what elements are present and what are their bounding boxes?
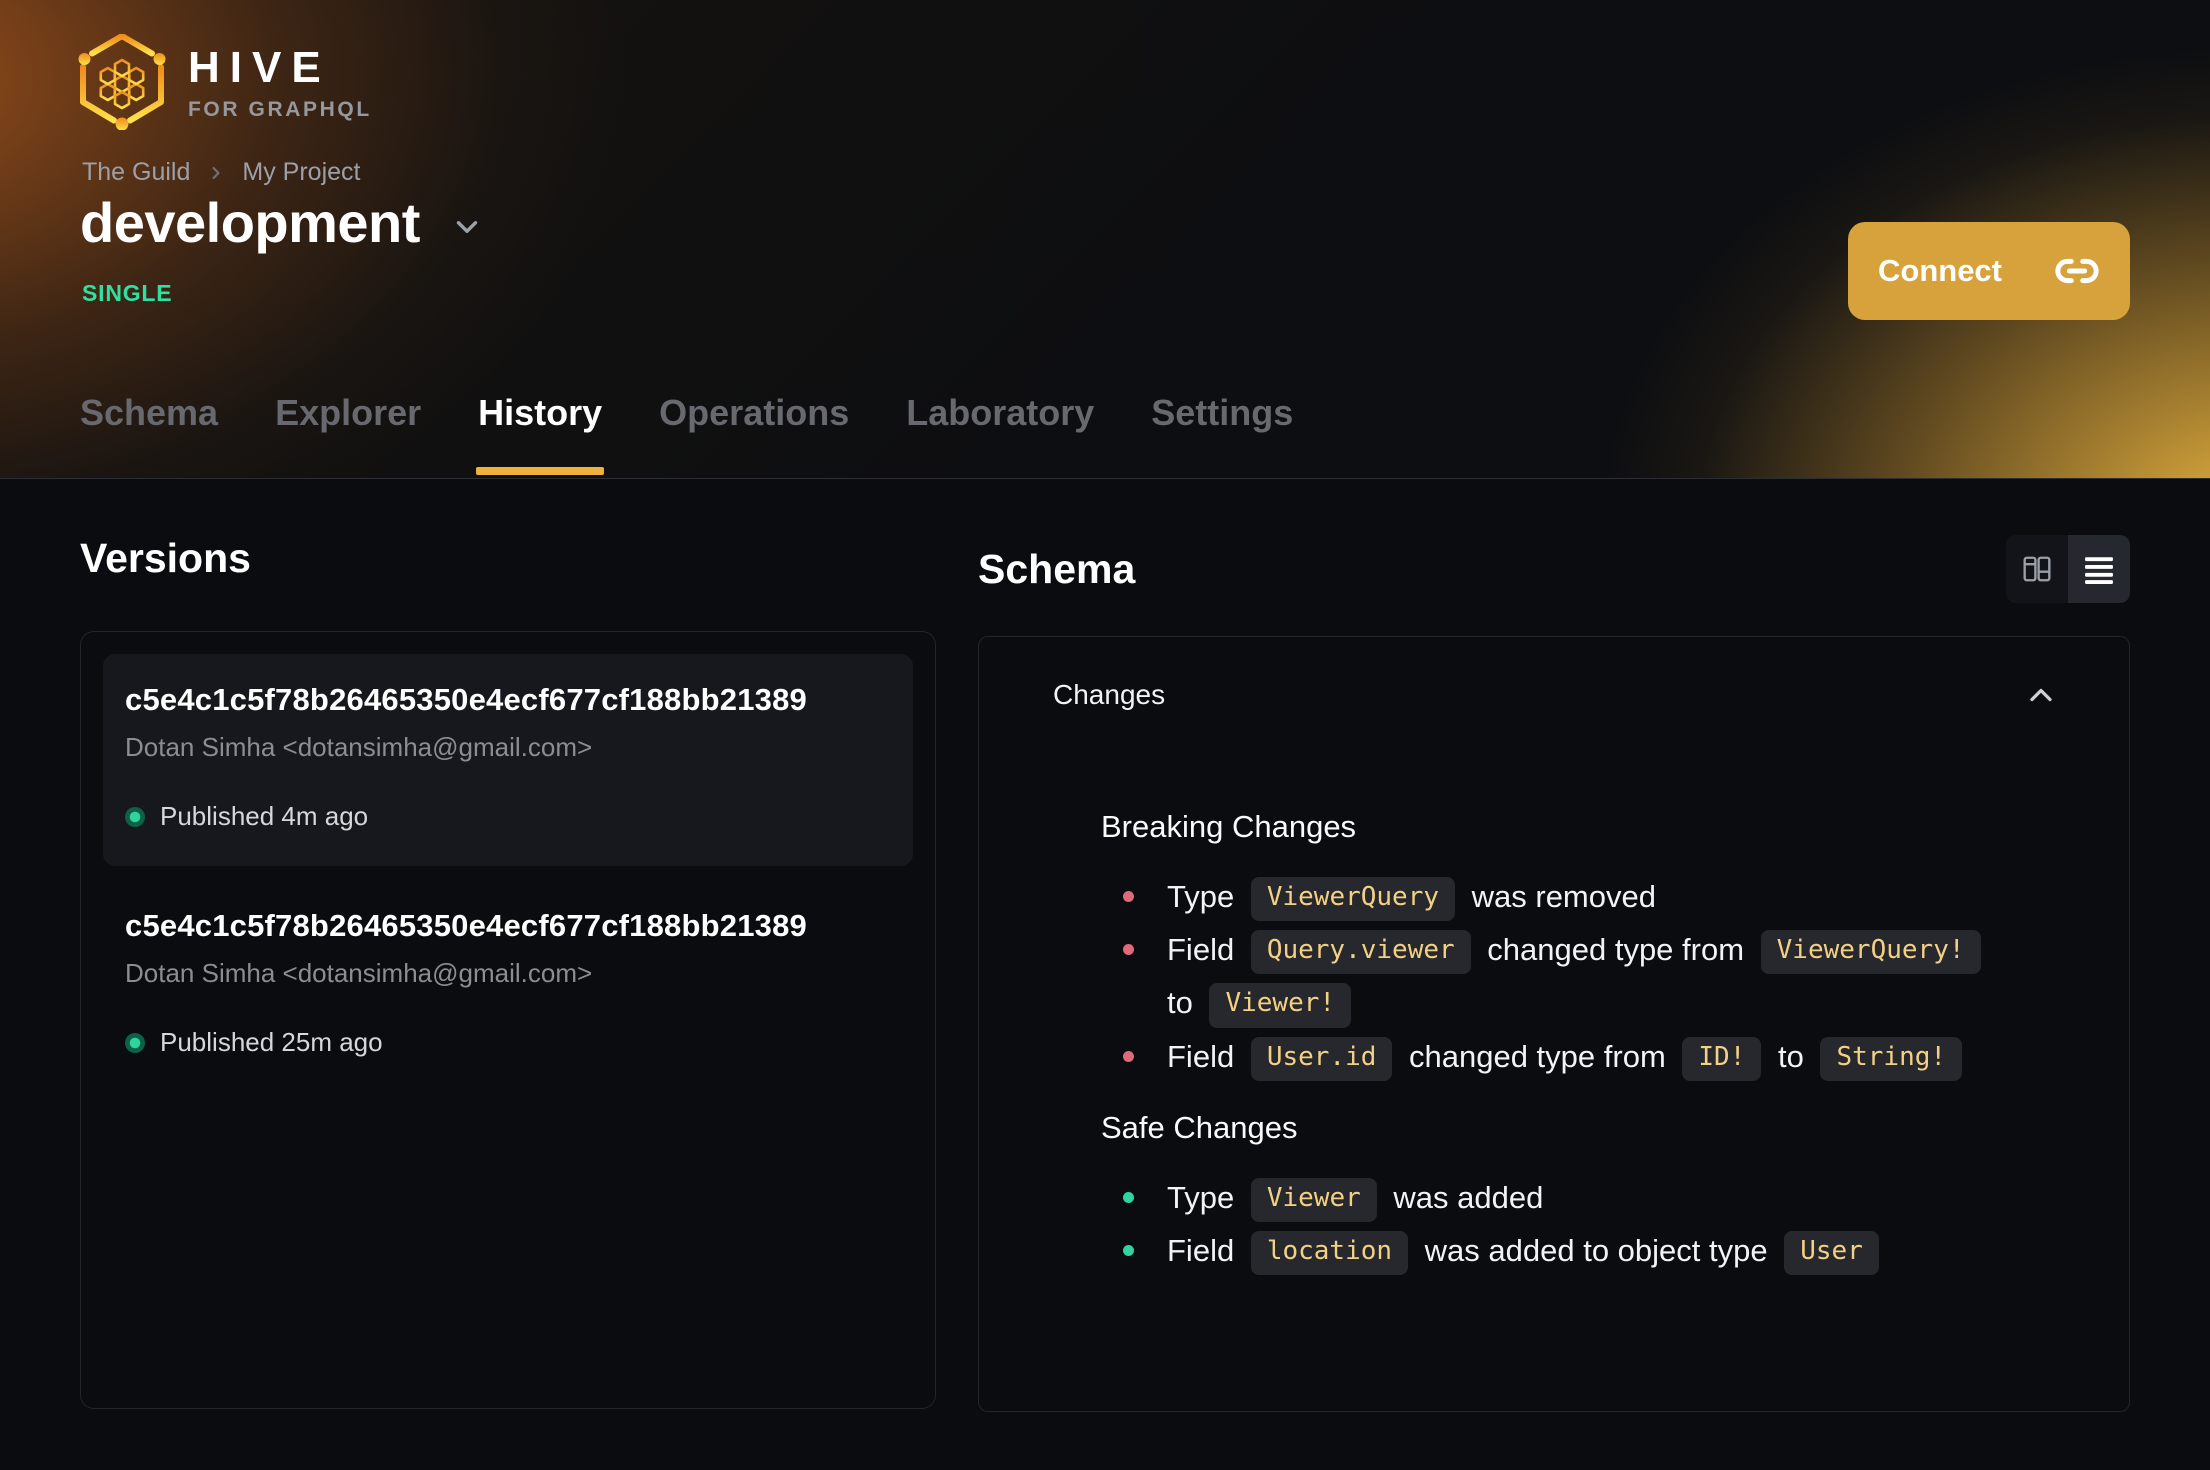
version-hash: c5e4c1c5f78b26465350e4ecf677cf188bb21389 (125, 682, 807, 717)
target-mode-badge: SINGLE (82, 280, 173, 306)
tab-operations[interactable]: Operations (659, 391, 849, 478)
site-header: HIVE FOR GRAPHQL The Guild My Project de… (0, 0, 2210, 479)
breadcrumb-project[interactable]: My Project (242, 158, 360, 187)
change-section-title: Breaking Changes (1101, 809, 1357, 844)
change-fragment: to Viewer! (1167, 983, 1359, 1028)
change-item: Field Query.viewer changed type from Vie… (1101, 923, 2049, 1029)
bullet-dot (1123, 1244, 1134, 1256)
version-status: Published 4m ago (125, 801, 891, 832)
safe-change-list: Type Viewer was added Field location was … (1101, 1171, 2049, 1277)
change-item: Type ViewerQuery was removed (1101, 870, 2049, 923)
version-item[interactable]: c5e4c1c5f78b26465350e4ecf677cf188bb21389… (103, 654, 913, 866)
breaking-change-list: Type ViewerQuery was removed Field Query.… (1101, 870, 2049, 1083)
connect-button-label: Connect (1878, 253, 2002, 288)
chevron-right-icon (212, 166, 220, 179)
code-chip: ViewerQuery! (1760, 930, 1981, 975)
versions-panel: Versions c5e4c1c5f78b26465350e4ecf677cf1… (80, 535, 936, 1412)
change-text: was added to object type (1416, 1232, 1777, 1268)
schema-panel: Schema Changes Breaking Changes Type Vie… (978, 535, 2130, 1412)
connect-button[interactable]: Connect (1848, 222, 2130, 320)
tab-settings[interactable]: Settings (1151, 391, 1293, 478)
code-chip: location (1250, 1230, 1409, 1276)
code-chip: String! (1820, 1036, 1963, 1081)
breadcrumb-organization[interactable]: The Guild (82, 158, 190, 187)
green-dot-icon (125, 1032, 145, 1053)
split-view-button[interactable] (2006, 535, 2068, 603)
brand-text: HIVE FOR GRAPHQL (188, 34, 372, 122)
change-item: Field User.id changed type from ID! to S… (1101, 1030, 2049, 1083)
change-text: Type (1167, 879, 1243, 914)
code-chip: User.id (1250, 1036, 1393, 1081)
bullet-dot (1123, 891, 1134, 902)
change-item: Field location was added to object type … (1101, 1224, 2049, 1277)
bullet-dot (1123, 1191, 1134, 1203)
green-dot-icon (125, 806, 145, 827)
change-text: Field (1167, 932, 1243, 968)
versions-heading: Versions (80, 535, 251, 581)
brand-name: HIVE (188, 43, 331, 92)
changes-body: Breaking Changes Type ViewerQuery was rem… (1053, 808, 2059, 1277)
version-status-text: Published 4m ago (160, 801, 369, 831)
code-chip: Viewer! (1209, 983, 1352, 1028)
code-chip: Query.viewer (1250, 930, 1471, 975)
collapse-changes-button[interactable] (2023, 677, 2059, 713)
change-text: Field (1167, 1038, 1243, 1074)
schema-heading: Schema (978, 546, 1136, 592)
bullet-dot (1123, 944, 1134, 956)
change-text: to (1769, 1038, 1813, 1074)
target-title-row: development (80, 192, 484, 254)
chevron-up-icon (2030, 688, 2052, 702)
change-text: was added (1384, 1179, 1544, 1215)
change-text: Type (1167, 1179, 1243, 1215)
schema-view-toggle (2006, 535, 2130, 603)
version-author: Dotan Simha <dotansimha@gmail.com> (125, 732, 593, 762)
version-item[interactable]: c5e4c1c5f78b26465350e4ecf677cf188bb21389… (103, 880, 913, 1092)
code-chip: User (1784, 1230, 1879, 1276)
list-lines-icon (2085, 557, 2113, 584)
code-chip: Viewer (1250, 1177, 1377, 1222)
changes-panel: Changes Breaking Changes Type ViewerQuery… (978, 636, 2130, 1412)
version-author: Dotan Simha <dotansimha@gmail.com> (125, 958, 593, 988)
version-hash: c5e4c1c5f78b26465350e4ecf677cf188bb21389 (125, 908, 807, 943)
change-text: to (1167, 985, 1202, 1021)
code-chip: ID! (1682, 1036, 1762, 1081)
version-status-text: Published 25m ago (160, 1027, 383, 1057)
split-columns-icon (2023, 556, 2051, 582)
tab-laboratory[interactable]: Laboratory (906, 391, 1094, 478)
main-content: Versions c5e4c1c5f78b26465350e4ecf677cf1… (0, 479, 2210, 1412)
change-section-title: Safe Changes (1101, 1109, 1298, 1145)
hive-logo[interactable]: HIVE FOR GRAPHQL (78, 34, 372, 130)
tab-explorer[interactable]: Explorer (275, 391, 421, 478)
change-text: Field (1167, 1232, 1243, 1268)
target-selector-button[interactable] (450, 210, 484, 244)
brand-tagline: FOR GRAPHQL (188, 98, 372, 121)
hive-hexagon-logo-icon (78, 34, 166, 130)
chevron-down-icon (456, 220, 478, 233)
change-text: changed type from (1400, 1038, 1675, 1074)
change-text: was removed (1463, 879, 1656, 914)
schema-panel-head: Schema (978, 535, 2130, 603)
versions-list: c5e4c1c5f78b26465350e4ecf677cf188bb21389… (80, 631, 936, 1409)
tabs: Schema Explorer History Operations Laborator… (80, 391, 1293, 478)
list-view-button[interactable] (2068, 535, 2130, 603)
page-title: development (80, 191, 420, 254)
bullet-dot (1123, 1050, 1134, 1062)
tab-history[interactable]: History (476, 391, 605, 478)
version-status: Published 25m ago (125, 1027, 891, 1058)
tab-schema[interactable]: Schema (80, 391, 218, 478)
change-item: Type Viewer was added (1101, 1171, 2049, 1224)
breadcrumb: The Guild My Project (82, 158, 360, 187)
changes-title: Changes (1053, 679, 1166, 710)
changes-header[interactable]: Changes (1053, 677, 2059, 713)
link-icon (2055, 258, 2099, 284)
change-text: changed type from (1478, 932, 1753, 968)
code-chip: ViewerQuery (1250, 877, 1456, 922)
